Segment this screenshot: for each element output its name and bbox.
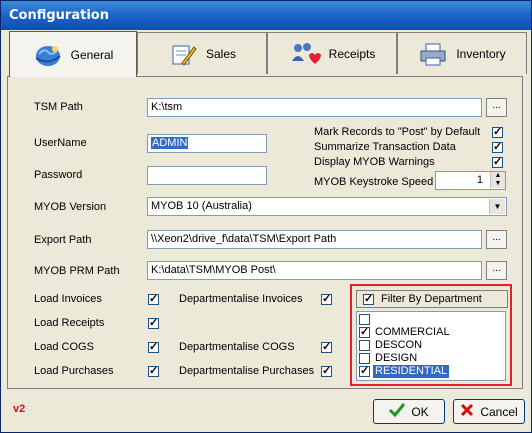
dept-cogs-label: Departmentalise COGS — [179, 341, 295, 353]
printer-icon — [418, 41, 448, 67]
list-item[interactable]: COMMERCIAL — [359, 325, 503, 339]
warnings-label: Display MYOB Warnings — [314, 156, 435, 168]
prm-path-browse-button[interactable]: ... — [486, 261, 507, 280]
tsm-path-browse-button[interactable]: ... — [486, 98, 507, 117]
username-value: ADMIN — [151, 137, 189, 149]
export-path-field[interactable]: \\Xeon2\drive_f\data\TSM\Export Path — [147, 230, 482, 249]
department-checkbox[interactable] — [359, 314, 370, 325]
list-item[interactable]: DESCON — [359, 339, 503, 352]
department-checkbox[interactable] — [359, 340, 370, 351]
myob-version-label: MYOB Version — [34, 201, 107, 213]
keystroke-speed-spinner[interactable]: 1 ▲ ▼ — [435, 171, 506, 190]
list-item[interactable] — [359, 313, 503, 326]
dept-invoices-label: Departmentalise Invoices — [179, 293, 303, 305]
title-bar: Configuration — [1, 1, 531, 30]
load-cogs-label: Load COGS — [34, 341, 94, 353]
version-label: v2 — [13, 403, 26, 415]
spin-down-icon[interactable]: ▼ — [491, 180, 505, 188]
filter-department-group: Filter By Department COMMERCIAL DESCON D… — [350, 284, 512, 386]
tsm-path-field[interactable]: K:\tsm — [147, 98, 482, 117]
warnings-checkbox[interactable] — [492, 155, 503, 169]
ok-label: OK — [411, 404, 429, 419]
dept-purchases-label: Departmentalise Purchases — [179, 365, 315, 377]
list-item[interactable]: DESIGN — [359, 352, 503, 365]
load-receipts-checkbox[interactable] — [148, 316, 159, 330]
department-label: DESCON — [375, 339, 423, 351]
tab-general-label: General — [70, 47, 114, 62]
tab-general[interactable]: General — [9, 31, 137, 77]
tab-sales[interactable]: Sales — [137, 32, 267, 74]
department-checkbox[interactable] — [359, 353, 370, 364]
password-label: Password — [34, 169, 83, 181]
myob-version-value: MYOB 10 (Australia) — [151, 200, 252, 212]
department-checkbox[interactable] — [359, 325, 370, 339]
myob-version-select[interactable]: MYOB 10 (Australia) ▼ — [147, 197, 507, 216]
notepad-pencil-icon — [168, 41, 198, 67]
summarize-label: Summarize Transaction Data — [314, 141, 456, 153]
mark-post-label: Mark Records to "Post" by Default — [314, 126, 481, 138]
department-label: RESIDENTIAL — [373, 365, 450, 378]
tab-inventory-label: Inventory — [456, 46, 506, 61]
mark-post-checkbox[interactable] — [492, 125, 503, 139]
dept-cogs-checkbox[interactable] — [321, 340, 332, 354]
dept-invoices-checkbox[interactable] — [321, 292, 332, 306]
list-item[interactable]: RESIDENTIAL — [359, 364, 503, 378]
checkmark-icon — [389, 403, 406, 420]
load-invoices-checkbox[interactable] — [148, 292, 159, 306]
password-field[interactable] — [147, 166, 267, 185]
load-purchases-checkbox[interactable] — [148, 364, 159, 378]
cancel-button[interactable]: Cancel — [453, 399, 525, 424]
export-path-label: Export Path — [34, 234, 92, 246]
keystroke-speed-label: MYOB Keystroke Speed — [314, 176, 434, 188]
department-label: DESIGN — [375, 352, 418, 364]
department-checkbox[interactable] — [359, 364, 370, 378]
prm-path-label: MYOB PRM Path — [34, 265, 120, 277]
dept-purchases-checkbox[interactable] — [321, 364, 332, 378]
window-title: Configuration — [9, 8, 109, 23]
tab-inventory[interactable]: Inventory — [397, 32, 527, 74]
load-invoices-label: Load Invoices — [34, 293, 102, 305]
chevron-down-icon[interactable]: ▼ — [489, 199, 505, 214]
close-icon — [460, 403, 474, 420]
tab-receipts-label: Receipts — [328, 46, 376, 61]
department-list[interactable]: COMMERCIAL DESCON DESIGN RESIDENTIAL — [356, 311, 506, 381]
prm-path-field[interactable]: K:\data\TSM\MYOB Post\ — [147, 261, 482, 280]
tsm-path-label: TSM Path — [34, 101, 83, 113]
ok-button[interactable]: OK — [373, 399, 445, 424]
username-label: UserName — [34, 137, 87, 149]
heart-people-icon — [289, 41, 321, 67]
filter-department-checkbox[interactable] — [363, 292, 374, 306]
globe-icon — [33, 42, 63, 68]
load-purchases-label: Load Purchases — [34, 365, 114, 377]
department-label: COMMERCIAL — [375, 326, 450, 338]
load-cogs-checkbox[interactable] — [148, 340, 159, 354]
export-path-browse-button[interactable]: ... — [486, 230, 507, 249]
username-field[interactable]: ADMIN — [147, 134, 267, 153]
configuration-window: Configuration General Sales Receipts Inv… — [0, 0, 532, 433]
keystroke-speed-value: 1 — [476, 174, 483, 186]
cancel-label: Cancel — [480, 404, 518, 419]
tab-receipts[interactable]: Receipts — [267, 32, 397, 74]
filter-department-label: Filter By Department — [381, 293, 482, 305]
spinner-buttons[interactable]: ▲ ▼ — [490, 172, 505, 189]
summarize-checkbox[interactable] — [492, 140, 503, 154]
spin-up-icon[interactable]: ▲ — [491, 172, 505, 180]
filter-department-header[interactable]: Filter By Department — [356, 290, 508, 308]
load-receipts-label: Load Receipts — [34, 317, 105, 329]
tab-sales-label: Sales — [205, 46, 237, 61]
